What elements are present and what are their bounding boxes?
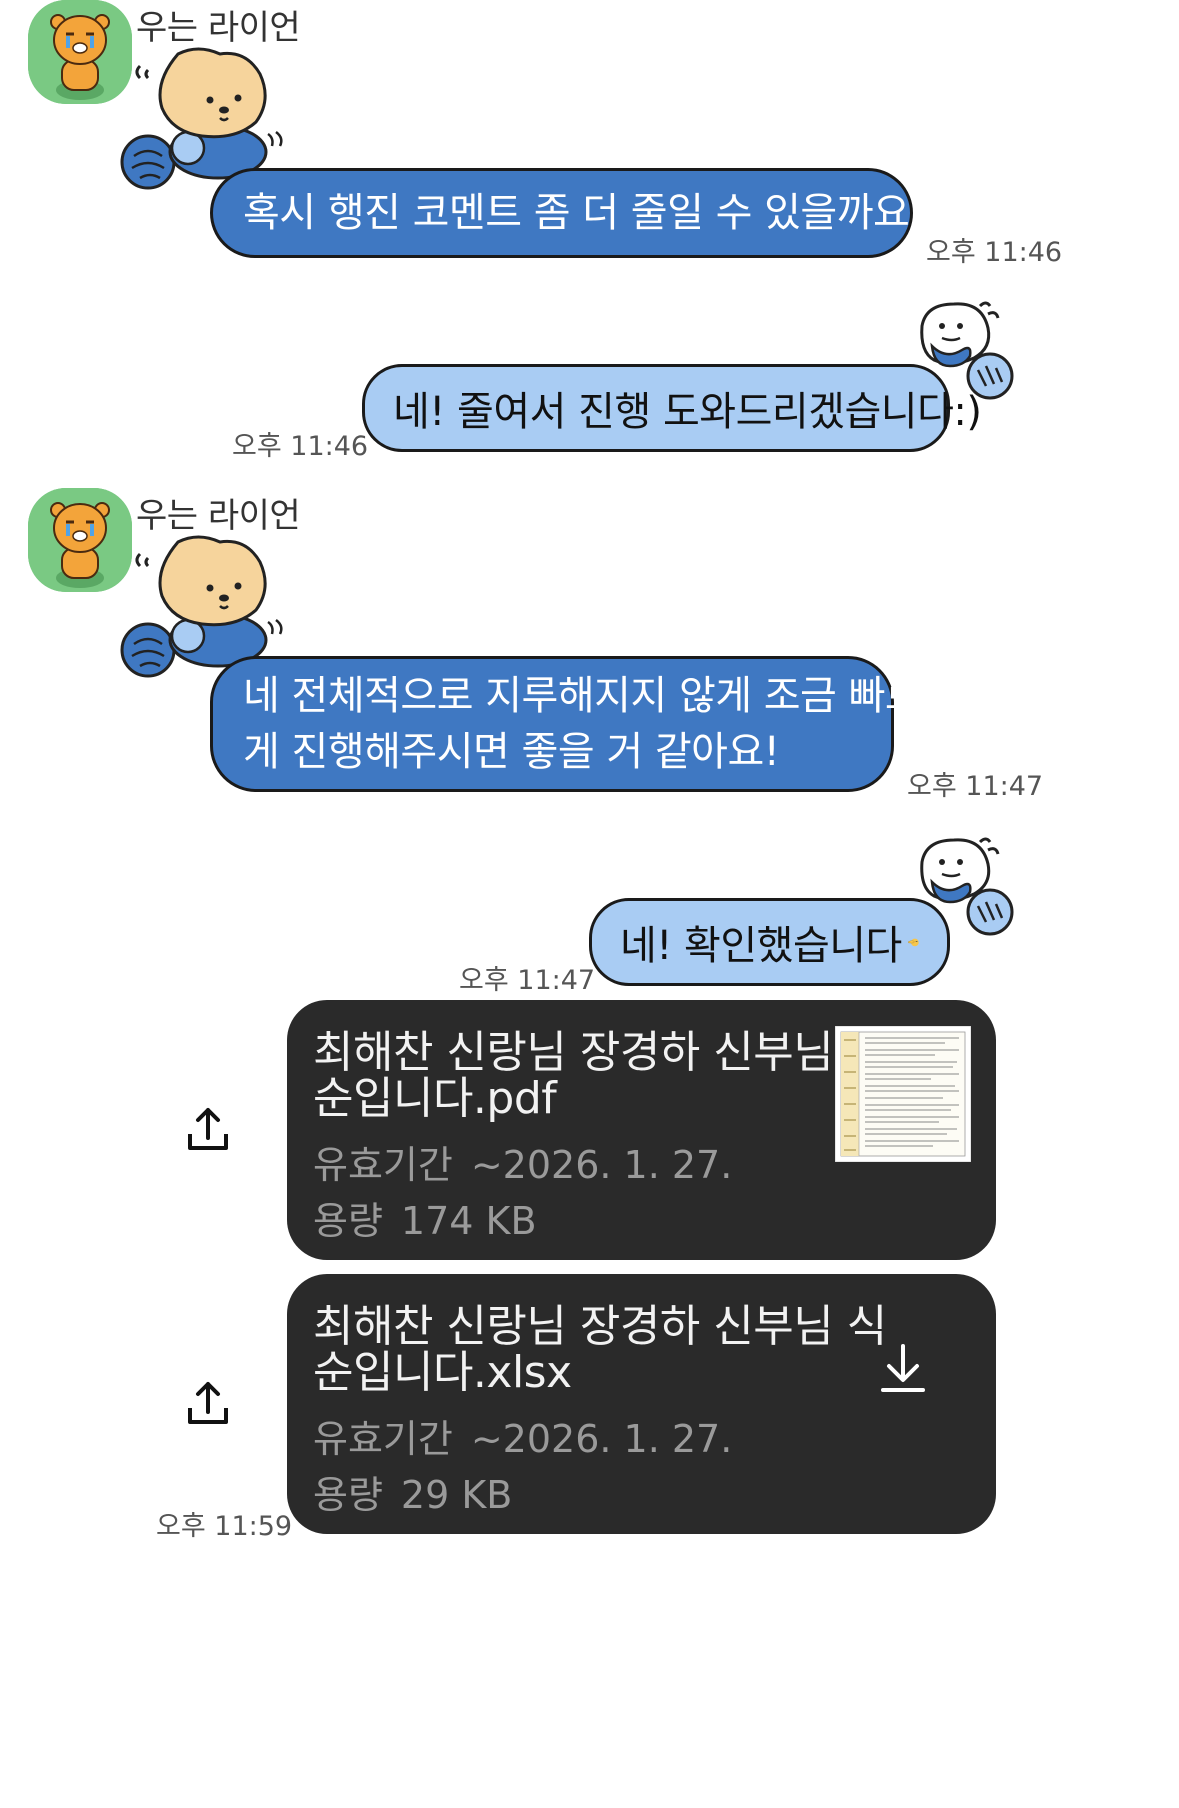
file-expiry: 유효기간 ~2026. 1. 27.: [313, 1134, 732, 1189]
file-card-pdf[interactable]: 최해찬 신랑님 장경하 신부님 식 순입니다.pdf 유효기간 ~2026. 1.…: [287, 1000, 996, 1260]
message-text-line: 네 전체적으로 지루해지지 않게 조금 빠르: [243, 673, 922, 719]
sender-name: 우는 라이언: [136, 496, 301, 536]
size-value: 174 KB: [400, 1199, 537, 1243]
message-bubble-outgoing[interactable]: 네! 확인했습니다: [589, 898, 950, 986]
crying-lion-avatar-icon: [28, 488, 132, 592]
expiry-label: 유효기간: [313, 1417, 453, 1461]
expiry-value: ~2026. 1. 27.: [470, 1143, 733, 1187]
file-expiry: 유효기간 ~2026. 1. 27.: [313, 1408, 732, 1463]
message-text: 혹시 행진 코멘트 좀 더 줄일 수 있을까요?!: [243, 190, 946, 236]
pdf-thumbnail[interactable]: [835, 1026, 971, 1162]
message-text-line: 게 진행해주시면 좋을 거 같아요!: [243, 729, 780, 775]
pointing-hand-face-emoji-icon: [908, 938, 919, 947]
message-time: 오후 11:46: [926, 237, 1063, 268]
size-label: 용량: [313, 1199, 383, 1243]
download-icon[interactable]: [877, 1342, 929, 1394]
message-bubble-incoming[interactable]: 네 전체적으로 지루해지지 않게 조금 빠르 게 진행해주시면 좋을 거 같아요…: [210, 656, 922, 792]
expiry-label: 유효기간: [313, 1143, 453, 1187]
size-label: 용량: [313, 1473, 383, 1517]
message-time: 오후 11:47: [907, 771, 1044, 802]
file-card-xlsx[interactable]: 최해찬 신랑님 장경하 신부님 식 순입니다.xlsx 유효기간 ~2026. 1…: [287, 1274, 996, 1534]
message-text: 네! 줄여서 진행 도와드리겠습니다:): [393, 389, 982, 435]
share-icon[interactable]: [184, 1106, 232, 1154]
message-bubble-outgoing[interactable]: 네! 줄여서 진행 도와드리겠습니다:): [362, 364, 982, 452]
expiry-value: ~2026. 1. 27.: [470, 1417, 733, 1461]
file-name-line: 순입니다.pdf: [313, 1073, 557, 1124]
message-time: 오후 11:46: [232, 431, 369, 462]
crying-lion-avatar-icon: [28, 0, 132, 104]
file-name-line: 순입니다.xlsx: [313, 1347, 572, 1398]
sender-name: 우는 라이언: [136, 8, 301, 48]
file-size: 용량 29 KB: [313, 1464, 512, 1519]
message-time: 오후 11:59: [156, 1511, 293, 1542]
message-time: 오후 11:47: [459, 965, 596, 996]
size-value: 29 KB: [400, 1473, 513, 1517]
message-bubble-incoming[interactable]: 혹시 행진 코멘트 좀 더 줄일 수 있을까요?!: [210, 168, 946, 258]
sender-avatar[interactable]: [28, 0, 132, 104]
message-text: 네! 확인했습니다: [620, 923, 902, 969]
file-size: 용량 174 KB: [313, 1190, 537, 1245]
sender-avatar[interactable]: [28, 488, 132, 592]
share-icon[interactable]: [184, 1380, 232, 1428]
